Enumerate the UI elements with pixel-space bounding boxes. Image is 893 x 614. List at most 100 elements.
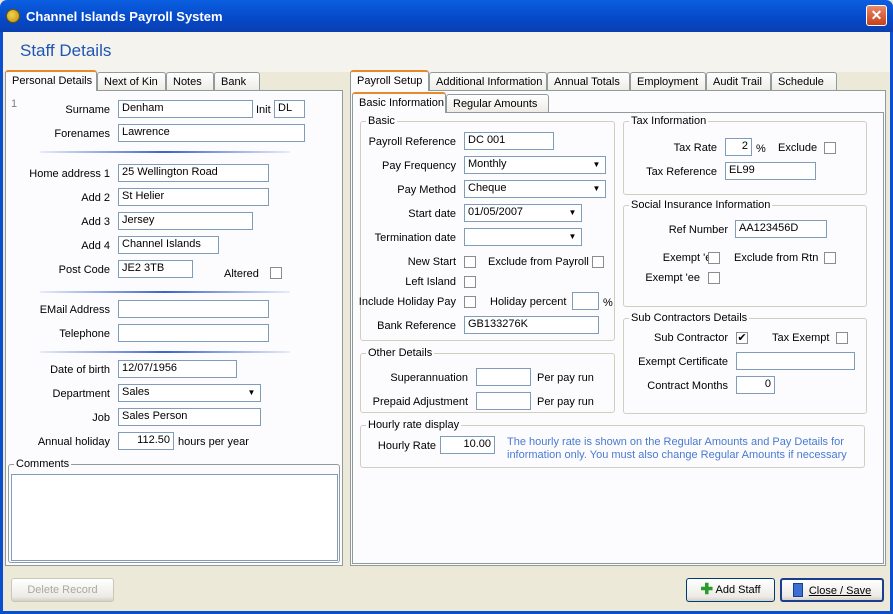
- pay-method-value: Cheque: [468, 182, 507, 194]
- exclude-from-payroll-checkbox[interactable]: [592, 256, 604, 268]
- ref-number-label: Ref Number: [668, 224, 728, 236]
- tab-regular-amounts[interactable]: Regular Amounts: [446, 94, 549, 113]
- postcode-label: Post Code: [58, 264, 110, 276]
- forenames-field[interactable]: Lawrence: [118, 124, 305, 142]
- left-island-checkbox[interactable]: [464, 276, 476, 288]
- exempt-er-label: Exempt 'er: [662, 252, 715, 264]
- exempt-ee-checkbox[interactable]: [708, 272, 720, 284]
- telephone-field[interactable]: [118, 324, 269, 342]
- close-save-button[interactable]: Close / Save: [780, 578, 884, 602]
- postcode-field[interactable]: JE2 3TB: [118, 260, 193, 278]
- dropdown-arrow-icon[interactable]: ▼: [565, 206, 580, 220]
- address2-label: Add 2: [81, 192, 110, 204]
- comments-textarea[interactable]: [11, 474, 338, 561]
- tab-additional-information[interactable]: Additional Information: [429, 72, 547, 91]
- other-details-title: Other Details: [366, 347, 435, 359]
- add-icon: ✚: [700, 581, 714, 598]
- sub-contractor-checkbox[interactable]: ✔: [736, 332, 748, 344]
- payroll-reference-field[interactable]: DC 001: [464, 132, 554, 150]
- job-label: Job: [92, 412, 110, 424]
- job-field[interactable]: Sales Person: [118, 408, 261, 426]
- exclude-from-rtn-label: Exclude from Rtn: [734, 252, 819, 264]
- exempt-er-checkbox[interactable]: [708, 252, 720, 264]
- tab-annual-totals[interactable]: Annual Totals: [547, 72, 630, 91]
- dropdown-arrow-icon[interactable]: ▼: [589, 158, 604, 172]
- add-staff-button[interactable]: ✚ Add Staff: [686, 578, 775, 602]
- tab-audit-trail[interactable]: Audit Trail: [706, 72, 771, 91]
- dob-field[interactable]: 12/07/1956: [118, 360, 237, 378]
- tax-exclude-checkbox[interactable]: [824, 142, 836, 154]
- bank-reference-label: Bank Reference: [377, 320, 456, 332]
- ref-number-field[interactable]: AA123456D: [735, 220, 827, 238]
- window-frame-left: [0, 32, 3, 614]
- tab-basic-information[interactable]: Basic Information: [352, 92, 446, 113]
- hourly-rate-field[interactable]: 10.00: [440, 436, 495, 454]
- annual-holiday-field[interactable]: 112.50: [118, 432, 174, 450]
- address3-field[interactable]: Jersey: [118, 212, 253, 230]
- superannuation-unit: Per pay run: [537, 372, 594, 384]
- tax-information-title: Tax Information: [629, 115, 709, 127]
- delete-record-button[interactable]: Delete Record: [11, 578, 114, 602]
- address4-field[interactable]: Channel Islands: [118, 236, 219, 254]
- address2-field[interactable]: St Helier: [118, 188, 269, 206]
- separator: [40, 351, 290, 353]
- tax-rate-field[interactable]: 2: [725, 138, 752, 156]
- altered-label: Altered: [224, 268, 259, 280]
- left-island-label: Left Island: [405, 276, 456, 288]
- init-field[interactable]: DL: [274, 100, 305, 118]
- tab-next-of-kin[interactable]: Next of Kin: [97, 72, 166, 91]
- tax-rate-label: Tax Rate: [673, 142, 717, 154]
- dropdown-arrow-icon[interactable]: ▼: [589, 182, 604, 196]
- checkmark-icon: ✔: [737, 332, 747, 344]
- tab-employment[interactable]: Employment: [630, 72, 706, 91]
- pay-method-label: Pay Method: [397, 184, 456, 196]
- address1-label: Home address 1: [29, 168, 110, 180]
- holiday-percent-field[interactable]: [572, 292, 599, 310]
- department-select[interactable]: Sales ▼: [118, 384, 261, 402]
- tab-personal-details[interactable]: Personal Details: [5, 70, 97, 91]
- start-date-picker[interactable]: 01/05/2007 ▼: [464, 204, 582, 222]
- sub-contractors-title: Sub Contractors Details: [629, 312, 750, 324]
- surname-field[interactable]: Denham: [118, 100, 253, 118]
- tax-reference-label: Tax Reference: [646, 166, 717, 178]
- tab-schedule[interactable]: Schedule: [771, 72, 837, 91]
- address1-field[interactable]: 25 Wellington Road: [118, 164, 269, 182]
- termination-date-picker[interactable]: ▼: [464, 228, 582, 246]
- close-window-button[interactable]: ✕: [866, 5, 887, 26]
- superannuation-field[interactable]: [476, 368, 531, 386]
- dropdown-arrow-icon[interactable]: ▼: [244, 386, 259, 400]
- tax-reference-field[interactable]: EL99: [725, 162, 816, 180]
- basic-group-title: Basic: [366, 115, 397, 127]
- bank-reference-field[interactable]: GB133276K: [464, 316, 599, 334]
- address4-label: Add 4: [81, 240, 110, 252]
- hourly-rate-note-line1: The hourly rate is shown on the Regular …: [507, 436, 844, 448]
- tab-bank[interactable]: Bank: [214, 72, 260, 91]
- include-holiday-pay-label: Include Holiday Pay: [358, 296, 456, 308]
- holiday-percent-label: Holiday percent: [490, 296, 567, 308]
- include-holiday-pay-checkbox[interactable]: [464, 296, 476, 308]
- separator: [40, 291, 290, 293]
- prepaid-adjustment-field[interactable]: [476, 392, 531, 410]
- tab-notes[interactable]: Notes: [166, 72, 214, 91]
- exempt-certificate-label: Exempt Certificate: [638, 356, 728, 368]
- address3-label: Add 3: [81, 216, 110, 228]
- contract-months-field[interactable]: 0: [736, 376, 775, 394]
- page-title: Staff Details: [20, 41, 112, 60]
- hourly-rate-note-line2: information only. You must also change R…: [507, 449, 847, 461]
- exclude-from-rtn-checkbox[interactable]: [824, 252, 836, 264]
- altered-checkbox[interactable]: [270, 267, 282, 279]
- surname-label: Surname: [65, 104, 110, 116]
- exempt-certificate-field[interactable]: [736, 352, 855, 370]
- pay-method-select[interactable]: Cheque ▼: [464, 180, 606, 198]
- tax-exempt-checkbox[interactable]: [836, 332, 848, 344]
- new-start-checkbox[interactable]: [464, 256, 476, 268]
- tax-exempt-label: Tax Exempt: [772, 332, 830, 344]
- annual-holiday-label: Annual holiday: [37, 436, 110, 448]
- tab-payroll-setup[interactable]: Payroll Setup: [350, 70, 429, 91]
- exempt-ee-label: Exempt 'ee: [645, 272, 700, 284]
- email-field[interactable]: [118, 300, 269, 318]
- payroll-reference-label: Payroll Reference: [368, 136, 456, 148]
- dropdown-arrow-icon[interactable]: ▼: [565, 230, 580, 244]
- superannuation-label: Superannuation: [390, 372, 468, 384]
- pay-frequency-select[interactable]: Monthly ▼: [464, 156, 606, 174]
